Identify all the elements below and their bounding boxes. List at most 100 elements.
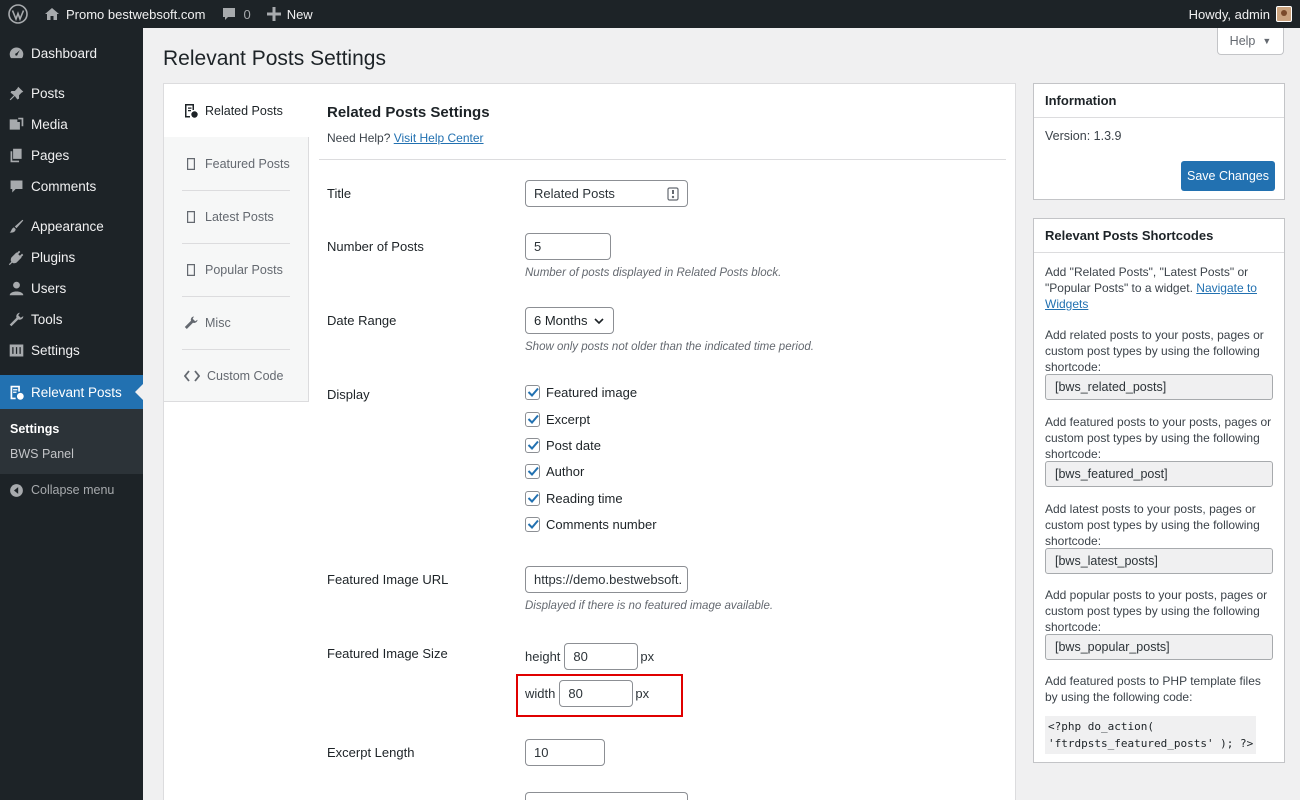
tab-misc[interactable]: Misc: [164, 296, 309, 349]
media-icon: [9, 117, 24, 130]
checkbox[interactable]: [525, 517, 540, 532]
shortcodes-box-title: Relevant Posts Shortcodes: [1034, 219, 1284, 253]
new-content-link[interactable]: New: [259, 0, 321, 28]
featured-image-url-label: Featured Image URL: [327, 572, 449, 587]
information-box-title: Information: [1034, 84, 1284, 118]
excerpt-length-input[interactable]: 10: [525, 739, 605, 766]
display-option-reading-time[interactable]: Reading time: [525, 491, 623, 506]
tab-related-posts[interactable]: Related Posts: [164, 84, 310, 137]
checkbox[interactable]: [525, 438, 540, 453]
number-of-posts-input[interactable]: 5: [525, 233, 611, 260]
home-icon: [45, 8, 59, 20]
display-option-post-date[interactable]: Post date: [525, 438, 601, 453]
featured-shortcode-code[interactable]: [bws_featured_post]: [1045, 461, 1273, 487]
sidebar-item-dashboard[interactable]: Dashboard: [0, 38, 143, 69]
sidebar-item-label: Plugins: [31, 250, 76, 265]
checkbox-label: Author: [546, 464, 585, 479]
related-shortcode-code[interactable]: [bws_related_posts]: [1045, 374, 1273, 400]
height-label: height: [525, 649, 561, 664]
sidebar-item-posts[interactable]: Posts: [0, 78, 143, 109]
display-option-excerpt[interactable]: Excerpt: [525, 412, 590, 427]
checkbox[interactable]: [525, 491, 540, 506]
sidebar-item-media[interactable]: Media: [0, 109, 143, 140]
sidebar-item-label: Comments: [31, 179, 97, 194]
help-center-link[interactable]: Visit Help Center: [394, 131, 484, 145]
partial-next-input[interactable]: [525, 792, 688, 800]
checkmark-icon: [527, 387, 539, 397]
sidebar-item-appearance[interactable]: Appearance: [0, 211, 143, 242]
featured-image-url-value: https://demo.bestwebsoft.: [534, 572, 683, 587]
checkmark-icon: [527, 414, 539, 424]
comments-link[interactable]: 0: [213, 0, 258, 28]
tab-featured-posts[interactable]: Featured Posts: [164, 137, 309, 190]
title-input-value: Related Posts: [534, 186, 615, 201]
number-of-posts-label: Number of Posts: [327, 239, 424, 254]
php-code-block[interactable]: <?php do_action( 'ftrdpsts_featured_post…: [1045, 716, 1257, 754]
display-option-comments-number[interactable]: Comments number: [525, 517, 657, 532]
latest-shortcode-code[interactable]: [bws_latest_posts]: [1045, 548, 1273, 574]
tab-latest-posts[interactable]: Latest Posts: [164, 190, 309, 243]
submenu-item-bws-panel[interactable]: BWS Panel: [0, 442, 143, 467]
sidebar-item-label: Dashboard: [31, 46, 98, 61]
wrench-icon: [184, 316, 198, 329]
sidebar-item-tools[interactable]: Tools: [0, 304, 143, 335]
admin-bar: Promo bestwebsoft.com 0 New Howdy, admin: [0, 0, 1300, 28]
sidebar-item-comments[interactable]: Comments: [0, 171, 143, 202]
my-account-link[interactable]: Howdy, admin: [1181, 0, 1300, 28]
password-manager-icon[interactable]: [667, 186, 679, 201]
display-option-author[interactable]: Author: [525, 464, 584, 479]
version-text: Version: 1.3.9: [1045, 129, 1122, 143]
number-of-posts-description: Number of posts displayed in Related Pos…: [525, 267, 782, 279]
height-unit: px: [640, 649, 655, 664]
comments-count: 0: [243, 6, 251, 22]
display-option-featured-image[interactable]: Featured image: [525, 385, 637, 400]
settings-tabs: Related Posts Featured Posts Latest Post…: [164, 84, 310, 402]
tab-label: Related Posts: [205, 103, 283, 118]
submenu-item-settings[interactable]: Settings: [0, 417, 143, 442]
save-changes-button[interactable]: Save Changes: [1181, 161, 1275, 191]
image-height-value: 80: [573, 649, 588, 664]
sidebar-item-users[interactable]: Users: [0, 273, 143, 304]
tab-popular-posts[interactable]: Popular Posts: [164, 243, 309, 296]
sidebar-item-label: Appearance: [31, 219, 104, 234]
sidebar-item-relevant-posts[interactable]: Relevant Posts: [0, 375, 143, 409]
checkbox[interactable]: [525, 385, 540, 400]
checkbox-label: Post date: [546, 438, 601, 453]
sidebar-item-pages[interactable]: Pages: [0, 140, 143, 171]
display-label: Display: [327, 387, 370, 402]
help-tab-button[interactable]: Help ▼: [1217, 28, 1284, 55]
sidebar-item-plugins[interactable]: Plugins: [0, 242, 143, 273]
date-range-select[interactable]: 6 Months: [525, 307, 615, 334]
section-divider: [319, 159, 1006, 160]
php-code-line: 'ftrdpsts_featured_posts' ); ?>: [1048, 737, 1254, 750]
php-code-text: Add featured posts to PHP template files…: [1045, 674, 1261, 704]
site-name-link[interactable]: Promo bestwebsoft.com: [36, 0, 213, 28]
wrench-icon: [9, 312, 24, 327]
checkbox[interactable]: [525, 464, 540, 479]
featured-image-url-input[interactable]: https://demo.bestwebsoft.: [525, 566, 688, 593]
popular-shortcode-code[interactable]: [bws_popular_posts]: [1045, 634, 1273, 660]
excerpt-length-label: Excerpt Length: [327, 745, 415, 760]
plug-icon: [8, 250, 24, 266]
date-range-value: 6 Months: [534, 313, 588, 328]
title-input[interactable]: Related Posts: [525, 180, 688, 207]
checkmark-icon: [527, 519, 539, 529]
date-range-label: Date Range: [327, 313, 397, 328]
page-icon: [187, 210, 195, 223]
php-code-line: <?php do_action(: [1048, 720, 1154, 733]
section-title: Related Posts Settings: [327, 104, 490, 121]
checkbox[interactable]: [525, 412, 540, 427]
dashboard-icon: [9, 47, 24, 59]
tab-label: Misc: [205, 315, 231, 330]
collapse-menu-button[interactable]: Collapse menu: [0, 474, 143, 506]
sidebar-item-settings[interactable]: Settings: [0, 335, 143, 366]
tab-custom-code[interactable]: Custom Code: [164, 349, 309, 402]
featured-image-size-label: Featured Image Size: [327, 646, 448, 661]
image-height-input[interactable]: 80: [564, 643, 639, 670]
comment-icon: [223, 8, 236, 20]
title-label: Title: [327, 186, 352, 201]
sidebar-item-label: Users: [31, 281, 67, 296]
user-icon: [9, 281, 24, 296]
pages-icon: [10, 148, 22, 163]
wordpress-logo-icon[interactable]: [0, 0, 36, 28]
